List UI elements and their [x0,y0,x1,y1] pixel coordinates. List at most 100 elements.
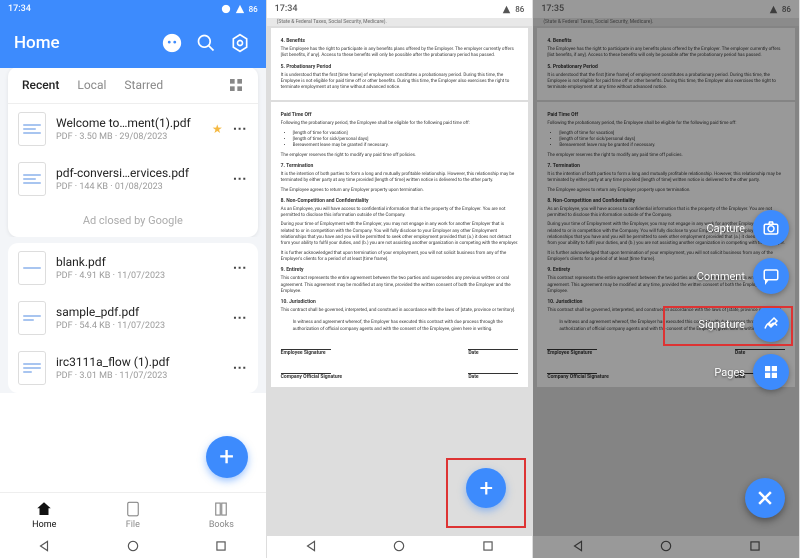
menu-label: Capture [707,222,745,235]
menu-item-pages[interactable]: Pages [714,354,789,390]
nav-label: Books [209,520,234,530]
body-text: The Employee agrees to return any Employ… [281,188,519,194]
menu-item-capture[interactable]: Capture [707,210,789,246]
view-grid-icon[interactable] [228,77,244,93]
signature-label: Employee Signature [281,350,326,357]
section-heading: 7. Termination [281,163,519,170]
file-row[interactable]: Welcome to…ment(1).pdf PDF · 3.50 MB · 2… [8,104,258,154]
menu-item-signature[interactable]: Signature [698,306,789,342]
tabs-row: Recent Local Starred [8,68,258,104]
nav-books[interactable]: Books [177,493,266,536]
radial-menu: Capture Comment Signature Pages [697,210,789,390]
body-text: This contract represents the entire agre… [281,276,519,295]
file-name: blank.pdf [56,255,223,269]
nav-file[interactable]: File [89,493,178,536]
body-text: As an Employee, you will have access to … [281,207,519,220]
list-item: Bereavement leave may be granted if nece… [293,143,519,149]
search-icon[interactable] [194,31,218,55]
menu-label: Pages [714,366,745,379]
file-icon [18,251,46,285]
body-text: The employer reserves the right to modif… [281,153,519,159]
nav-home[interactable]: Home [0,493,89,536]
more-icon[interactable]: ⋯ [233,310,248,326]
close-menu-button[interactable] [745,478,785,518]
more-icon[interactable]: ⋯ [233,360,248,376]
camera-icon [753,210,789,246]
app-header: Home [0,18,266,68]
sys-recent-icon[interactable] [481,538,495,557]
star-icon[interactable]: ★ [212,122,223,136]
section-heading: 5. Probationary Period [281,64,519,71]
signature-icon [753,306,789,342]
menu-item-comment[interactable]: Comment [697,258,789,294]
comment-icon [753,258,789,294]
section-heading: 8. Non-Competition and Confidentiality [281,198,519,205]
section-heading: 10. Jurisdiction [281,299,519,306]
file-row[interactable]: irc3111a_flow (1).pdf PDF · 3.01 MB · 11… [8,343,258,393]
section-heading: Paid Time Off [281,112,519,119]
system-nav [267,536,533,558]
file-row[interactable]: pdf-conversi…ervices.pdf PDF · 144 KB · … [8,154,258,204]
more-icon[interactable]: ⋯ [233,171,248,187]
sys-back-icon[interactable] [37,538,51,557]
system-nav [0,536,266,558]
file-name: sample_pdf.pdf [56,305,223,319]
pages-icon [753,354,789,390]
doc-page[interactable]: 4. Benefits The Employee has the right t… [271,28,529,100]
tab-local[interactable]: Local [77,78,106,92]
sys-recent-icon[interactable] [214,538,228,557]
status-time: 17:34 [8,4,31,14]
nav-label: Home [32,520,56,530]
assistant-icon[interactable] [160,31,184,55]
body-text: It is further acknowledged that upon ter… [281,251,519,264]
body-text: Following the probationary period, the E… [281,121,519,127]
body-text: It is the intention of both parties to f… [281,172,519,185]
date-label: Date [468,350,478,357]
status-bar: 17:34 86 [0,0,266,18]
tab-starred[interactable]: Starred [124,78,163,92]
bottom-nav: Home File Books [0,492,266,536]
body-text: This contract shall be governed, interpr… [281,308,519,314]
file-icon [18,351,46,385]
section-heading: 4. Benefits [281,38,519,45]
body-text: It is understood that the first [time fr… [281,73,519,92]
file-icon [18,162,46,196]
signature-label: Company Official Signature [281,374,342,381]
ad-closed-label: Ad closed by Google [8,204,258,237]
sys-home-icon[interactable] [126,538,140,557]
section-heading: 9. Entirety [281,267,519,274]
file-name: irc3111a_flow (1).pdf [56,355,223,369]
status-bar: 17:34 86 [267,0,533,18]
file-meta: PDF · 3.01 MB · 11/07/2023 [56,371,223,381]
breadcrumb: (State & Federal Taxes, Social Security,… [267,18,533,26]
doc-page[interactable]: Paid Time Off Following the probationary… [271,102,529,387]
body-text: During your time of Employment with the … [281,222,519,247]
status-icons: 86 [221,4,258,14]
settings-icon[interactable] [228,31,252,55]
menu-label: Comment [697,270,745,283]
status-time: 17:34 [275,4,298,14]
file-name: pdf-conversi…ervices.pdf [56,166,223,180]
more-icon[interactable]: ⋯ [233,121,248,137]
menu-label: Signature [698,318,745,331]
status-icons: 86 [502,5,524,14]
file-row[interactable]: sample_pdf.pdf PDF · 54.4 KB · 11/07/202… [8,293,258,343]
file-icon [18,112,46,146]
file-name: Welcome to…ment(1).pdf [56,116,202,130]
page-title: Home [14,33,150,53]
date-label: Date [468,374,478,381]
file-meta: PDF · 4.91 KB · 11/07/2023 [56,271,223,281]
more-icon[interactable]: ⋯ [233,260,248,276]
file-meta: PDF · 3.50 MB · 29/08/2023 [56,132,202,142]
body-text: The Employee has the right to participat… [281,47,519,60]
nav-label: File [126,520,140,530]
tab-recent[interactable]: Recent [22,78,59,92]
file-meta: PDF · 54.4 KB · 11/07/2023 [56,321,223,331]
file-meta: PDF · 144 KB · 01/08/2023 [56,182,223,192]
sys-back-icon[interactable] [304,538,318,557]
fab-add[interactable]: + [206,436,248,478]
file-icon [18,301,46,335]
file-row[interactable]: blank.pdf PDF · 4.91 KB · 11/07/2023 ⋯ [8,243,258,293]
sys-home-icon[interactable] [392,538,406,557]
body-text: In witness and agreement whereof, the Em… [293,320,519,333]
